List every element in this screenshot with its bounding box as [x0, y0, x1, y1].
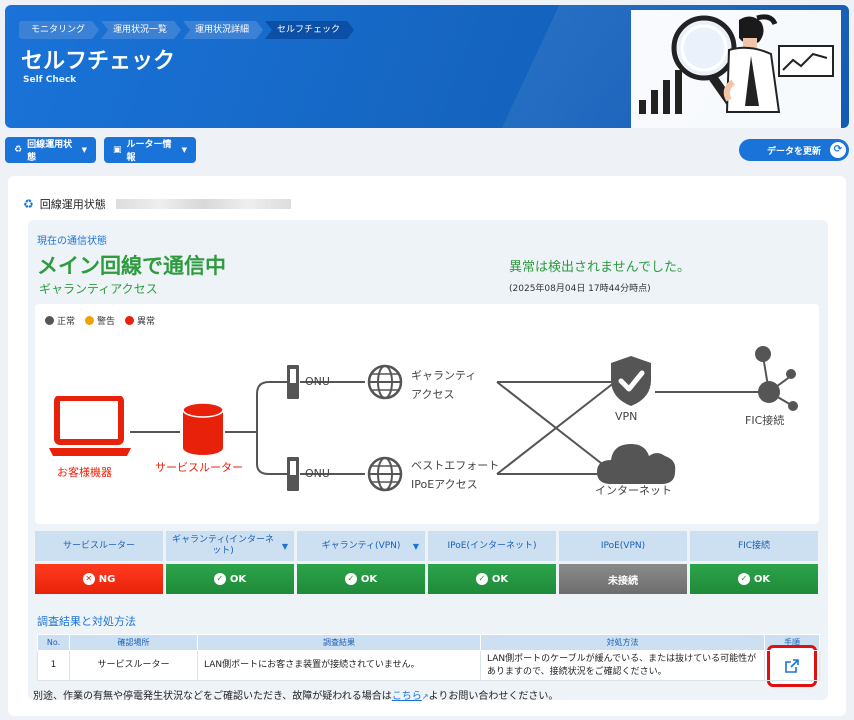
status-value-row: ✕ NG ✓ OK ✓ OK ✓ OK 未接続 ✓ OK — [35, 561, 819, 594]
footnote: 別途、作業の有無や停電発生状況などをご確認いただき、故障が疑われる場合はこちら↗… — [33, 691, 559, 702]
laptop-icon — [49, 396, 131, 456]
line-status-label: 回線運用状態 — [27, 140, 73, 163]
main-card: ♻ 回線運用状態 現在の通信状態 メイン回線で通信中 ギャランティアクセス 異常… — [8, 176, 846, 716]
service-router-icon — [182, 402, 224, 455]
onu-label-1: ONU — [305, 375, 330, 388]
breadcrumb-self-check: セルフチェック — [265, 21, 354, 39]
guarantee-access-label: ギャランティ アクセス — [411, 369, 477, 401]
magnifier-illustration-icon — [631, 10, 841, 128]
onu-device-icon — [287, 457, 299, 491]
redacted-line-id — [115, 199, 291, 209]
status-badge-service-router: ✕ NG — [35, 564, 163, 594]
network-diagram: 正常 警告 異常 お客様機器 サービスルーター ONU ONU ギャランティ ア… — [35, 304, 819, 524]
status-badge-fic: ✓ OK — [690, 564, 818, 594]
external-link-icon: ↗ — [421, 692, 429, 701]
breadcrumb-operation-list[interactable]: 運用状況一覧 — [101, 21, 181, 39]
router-info-label: ルーター情報 — [126, 140, 172, 163]
onu-label-2: ONU — [305, 467, 330, 480]
line-status-button[interactable]: ♻ 回線運用状態 ▼ — [5, 137, 96, 163]
col-no: No. — [37, 634, 70, 651]
status-badge-guarantee-internet: ✓ OK — [166, 564, 294, 594]
investigation-title: 調査結果と対処方法 — [37, 615, 136, 628]
current-status-label: 現在の通信状態 — [37, 236, 107, 247]
fic-label: FIC接続 — [745, 414, 785, 427]
external-link-icon — [785, 658, 799, 673]
status-header-guarantee-internet[interactable]: ギャランティ(インターネット) ▼ — [166, 531, 294, 561]
globe-icon — [367, 456, 403, 492]
customer-device-label: お客様機器 — [57, 466, 112, 479]
status-header-ipoe-vpn: IPoE(VPN) — [559, 531, 687, 561]
investigation-header-row: No. 確認場所 調査結果 対処方法 手順 — [37, 634, 820, 651]
breadcrumb: モニタリング 運用状況一覧 運用状況詳細 セルフチェック — [19, 21, 356, 39]
onu-device-icon — [287, 365, 299, 399]
investigation-table: No. 確認場所 調査結果 対処方法 手順 1 サービスルーター LAN側ポート… — [37, 634, 820, 687]
row-no: 1 — [37, 650, 70, 681]
refresh-label: データを更新 — [766, 146, 821, 157]
recycle-icon: ♻ — [23, 197, 34, 211]
vpn-label: VPN — [615, 410, 638, 423]
recycle-icon: ♻ — [14, 145, 23, 155]
router-icon: ▣ — [113, 145, 122, 155]
caret-down-icon: ▼ — [81, 146, 87, 154]
service-router-label: サービスルーター — [155, 461, 243, 474]
besteffort-access-label: ベストエフォート IPoEアクセス — [411, 459, 500, 491]
toolbar: ♻ 回線運用状態 ▼ ▣ ルーター情報 ▼ データを更新 ⟳ — [5, 137, 849, 163]
check-icon: ✓ — [344, 573, 357, 585]
check-icon: ✓ — [213, 573, 226, 585]
main-status-message: メイン回線で通信中 — [37, 254, 226, 278]
contact-link[interactable]: こちら — [392, 691, 422, 702]
section-title: 回線運用状態 — [39, 198, 106, 211]
globe-icon — [367, 364, 403, 400]
vpn-shield-icon — [611, 356, 651, 406]
table-row: 1 サービスルーター LAN側ポートにお客さま装置が接続されていません。 LAN… — [37, 644, 820, 687]
caret-down-icon: ▼ — [181, 146, 187, 154]
section-header: ♻ 回線運用状態 — [23, 196, 291, 212]
status-header-fic: FIC接続 — [690, 531, 818, 561]
row-location: サービスルーター — [69, 650, 198, 681]
internet-cloud-icon — [597, 444, 676, 484]
internet-label: インターネット — [595, 484, 672, 497]
breadcrumb-monitoring[interactable]: モニタリング — [19, 21, 99, 39]
router-info-button[interactable]: ▣ ルーター情報 ▼ — [104, 137, 196, 163]
access-type-message: ギャランティアクセス — [39, 282, 158, 296]
row-procedure — [764, 644, 820, 687]
row-action: LAN側ポートのケーブルが緩んでいる、または抜けている可能性がありますので、接続… — [480, 650, 765, 681]
anomaly-message: 異常は検出されませんでした。 — [509, 260, 690, 275]
check-icon: ✓ — [475, 573, 488, 585]
status-header-ipoe-internet: IPoE(インターネット) — [428, 531, 556, 561]
status-badge-guarantee-vpn: ✓ OK — [297, 564, 425, 594]
col-location: 確認場所 — [69, 634, 198, 651]
caret-down-icon: ▼ — [412, 542, 419, 551]
row-result: LAN側ポートにお客さま装置が接続されていません。 — [197, 650, 481, 681]
page-subtitle: Self Check — [23, 75, 77, 85]
breadcrumb-operation-detail[interactable]: 運用状況詳細 — [183, 21, 263, 39]
refresh-data-button[interactable]: データを更新 ⟳ — [739, 139, 849, 161]
error-x-icon: ✕ — [82, 573, 95, 585]
service-status-table: サービスルーター ギャランティ(インターネット) ▼ ギャランティ(VPN) ▼ I… — [35, 531, 819, 594]
status-header-row: サービスルーター ギャランティ(インターネット) ▼ ギャランティ(VPN) ▼ I… — [35, 531, 819, 561]
refresh-icon: ⟳ — [830, 142, 846, 158]
page-title: セルフチェック — [21, 49, 176, 74]
check-icon: ✓ — [737, 573, 750, 585]
status-panel: 現在の通信状態 メイン回線で通信中 ギャランティアクセス 異常は検出されませんで… — [28, 220, 828, 702]
status-badge-ipoe-internet: ✓ OK — [428, 564, 556, 594]
status-header-guarantee-vpn[interactable]: ギャランティ(VPN) ▼ — [297, 531, 425, 561]
page-header: モニタリング 運用状況一覧 運用状況詳細 セルフチェック セルフチェック Sel… — [5, 5, 849, 128]
fic-network-icon — [739, 346, 798, 411]
caret-down-icon: ▼ — [281, 542, 288, 551]
status-badge-ipoe-vpn: 未接続 — [559, 564, 687, 594]
status-timestamp: (2025年08月04日 17時44分時点) — [509, 284, 651, 294]
procedure-link-button[interactable] — [767, 644, 817, 687]
col-action: 対処方法 — [480, 634, 765, 651]
col-result: 調査結果 — [197, 634, 481, 651]
status-header-service-router: サービスルーター — [35, 531, 163, 561]
